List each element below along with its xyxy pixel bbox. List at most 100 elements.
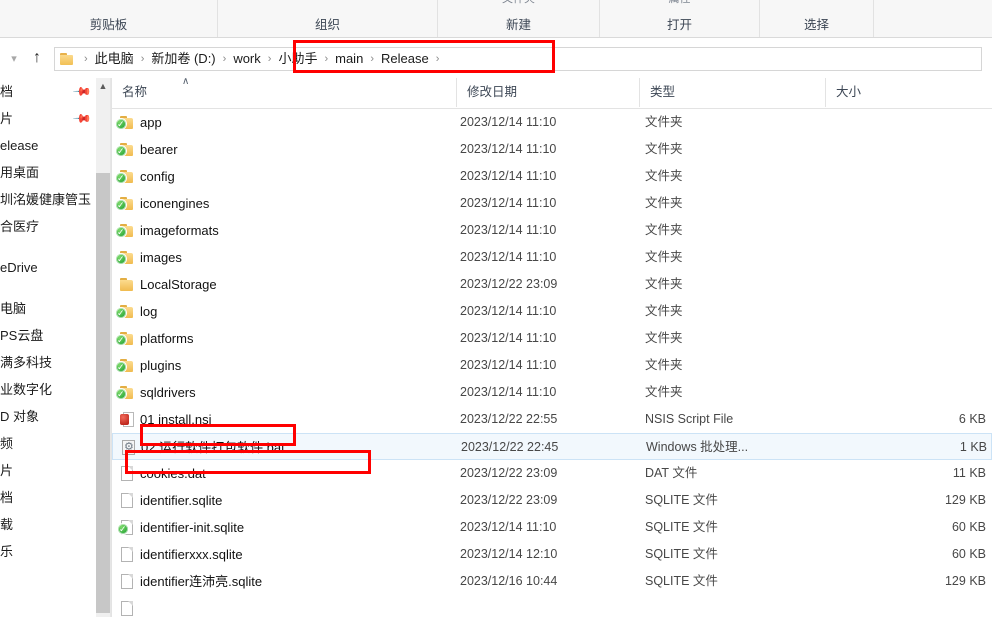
file-size — [826, 271, 986, 298]
table-row-run-package-bat[interactable]: 02 运行软件打包软件.bat 2023/12/22 22:45 Windows… — [112, 433, 992, 460]
ribbon-group-open[interactable]: 属性 打开 — [600, 0, 760, 37]
pin-icon[interactable]: 📌 — [72, 82, 92, 102]
sidebar-item-4[interactable]: 圳洺媛健康管玉 — [0, 186, 96, 213]
properties-button-label[interactable]: 属性 — [669, 0, 691, 6]
breadcrumb-item-assistant[interactable]: 小助手 — [275, 48, 320, 70]
table-row[interactable]: ✓ config 2023/12/14 11:10 文件夹 — [112, 163, 992, 190]
table-row[interactable]: identifier.sqlite 2023/12/22 23:09 SQLIT… — [112, 487, 992, 514]
file-type: 文件夹 — [645, 223, 683, 237]
sidebar-item-15[interactable]: 片 — [0, 457, 96, 484]
sidebar-item-label: 档 — [0, 84, 14, 99]
sidebar-item-18[interactable]: 乐 — [0, 538, 96, 565]
file-name: 02 运行软件打包软件.bat — [141, 440, 285, 455]
sidebar-item-1[interactable]: 片 📌 — [0, 105, 96, 132]
table-row[interactable]: ✓ platforms 2023/12/14 11:10 文件夹 — [112, 325, 992, 352]
sidebar-item-11[interactable]: 满多科技 — [0, 349, 96, 376]
file-size: 11 KB — [952, 466, 986, 480]
arrow-up-icon[interactable]: ↑ — [28, 49, 46, 67]
file-rows: ✓ app 2023/12/14 11:10 文件夹 ✓ bearer 2023… — [112, 109, 992, 617]
breadcrumb-item-this-pc[interactable]: 此电脑 — [92, 48, 137, 70]
table-row[interactable]: LocalStorage 2023/12/22 23:09 文件夹 — [112, 271, 992, 298]
ribbon-group-select[interactable]: 选择 — [760, 0, 874, 37]
sidebar-item-14[interactable]: 频 — [0, 430, 96, 457]
ribbon-group-clipboard[interactable]: 剪贴板 — [0, 0, 218, 37]
file-date: 2023/12/14 11:10 — [460, 520, 557, 534]
sidebar-item-0[interactable]: 档 📌 — [0, 78, 96, 105]
sidebar-item-label: PS云盘 — [0, 328, 44, 343]
file-date: 2023/12/14 11:10 — [460, 250, 557, 264]
table-row[interactable]: ✓ imageformats 2023/12/14 11:10 文件夹 — [112, 217, 992, 244]
sidebar-item-9[interactable]: 电脑 — [0, 295, 96, 322]
table-row-partial[interactable] — [112, 595, 992, 617]
ribbon-group-label: 剪贴板 — [89, 17, 128, 32]
file-name: identifier-init.sqlite — [140, 520, 245, 535]
table-row[interactable]: ✓ log 2023/12/14 11:10 文件夹 — [112, 298, 992, 325]
sidebar-item-label: 业数字化 — [0, 382, 53, 397]
ribbon-group-new[interactable]: 文件夹 新建 — [438, 0, 600, 37]
file-size: 60 KB — [951, 520, 986, 534]
table-row[interactable]: cookies.dat 2023/12/22 23:09 DAT 文件 11 K… — [112, 460, 992, 487]
file-name: identifier连沛亮.sqlite — [140, 574, 263, 589]
sidebar-item-label: 档 — [0, 490, 14, 505]
sidebar-item-label: 载 — [0, 517, 14, 532]
new-folder-button-label[interactable]: 文件夹 — [502, 0, 535, 6]
column-header-date-modified[interactable]: 修改日期 — [457, 78, 640, 107]
sidebar-item-17[interactable]: 载 — [0, 511, 96, 538]
table-row[interactable]: identifier连沛亮.sqlite 2023/12/16 10:44 SQ… — [112, 568, 992, 595]
table-row[interactable]: ✓ iconengines 2023/12/14 11:10 文件夹 — [112, 190, 992, 217]
table-row[interactable]: identifierxxx.sqlite 2023/12/14 12:10 SQ… — [112, 541, 992, 568]
navigation-pane: 档 📌 片 📌 elease 用桌面 圳洺媛健康管玉 合医疗 eDrive 电脑… — [0, 78, 96, 617]
breadcrumb-item-release[interactable]: Release — [378, 48, 432, 70]
table-row[interactable]: ✓ images 2023/12/14 11:10 文件夹 — [112, 244, 992, 271]
file-date: 2023/12/14 11:10 — [460, 385, 557, 399]
file-date: 2023/12/14 11:10 — [460, 331, 557, 345]
sidebar-item-label: 片 — [0, 111, 14, 126]
column-header-row: ∧ 名称 修改日期 类型 大小 — [112, 78, 992, 109]
file-type: 文件夹 — [645, 331, 683, 345]
sidebar-item-label: elease — [0, 138, 39, 153]
file-size: 6 KB — [958, 412, 986, 426]
table-row[interactable]: ✓ identifier-init.sqlite 2023/12/14 11:1… — [112, 514, 992, 541]
sidebar-item-label: 乐 — [0, 544, 14, 559]
chevron-up-icon[interactable]: ▲ — [96, 78, 110, 95]
file-type: Windows 批处理... — [646, 440, 749, 454]
sidebar-item-label: 合医疗 — [0, 219, 40, 234]
ribbon-group-organize[interactable]: 组织 — [218, 0, 438, 37]
file-size: 129 KB — [944, 574, 986, 588]
breadcrumb-item-drive-d[interactable]: 新加卷 (D:) — [148, 48, 218, 70]
navigation-pane-scrollbar[interactable]: ▲ — [96, 78, 111, 617]
file-date: 2023/12/14 11:10 — [460, 358, 557, 372]
sidebar-item-2[interactable]: elease — [0, 132, 96, 159]
sidebar-item-3[interactable]: 用桌面 — [0, 159, 96, 186]
pin-icon[interactable]: 📌 — [72, 109, 92, 129]
column-header-name[interactable]: 名称 — [112, 78, 457, 107]
file-type: 文件夹 — [645, 358, 683, 372]
table-row[interactable]: ✓ plugins 2023/12/14 11:10 文件夹 — [112, 352, 992, 379]
table-row[interactable]: ✓ sqldrivers 2023/12/14 11:10 文件夹 — [112, 379, 992, 406]
sidebar-item-12[interactable]: 业数字化 — [0, 376, 96, 403]
sidebar-item-5[interactable]: 合医疗 — [0, 213, 96, 240]
ribbon-group-spacer — [874, 0, 992, 37]
scrollbar-thumb[interactable] — [96, 173, 110, 613]
breadcrumb-item-main[interactable]: main — [332, 48, 366, 70]
sidebar-separator-0 — [0, 240, 96, 254]
column-header-type[interactable]: 类型 — [640, 78, 826, 107]
ribbon-group-label: 组织 — [314, 17, 340, 32]
sidebar-item-16[interactable]: 档 — [0, 484, 96, 511]
chevron-down-icon[interactable]: ▾ — [6, 51, 22, 67]
sidebar-item-13[interactable]: D 对象 — [0, 403, 96, 430]
table-row-install-nsi[interactable]: 01 install.nsi 2023/12/22 22:55 NSIS Scr… — [112, 406, 992, 433]
sidebar-item-label: 用桌面 — [0, 165, 40, 180]
column-header-size[interactable]: 大小 — [826, 78, 992, 107]
table-row[interactable]: ✓ app 2023/12/14 11:10 文件夹 — [112, 109, 992, 136]
sidebar-item-10[interactable]: PS云盘 — [0, 322, 96, 349]
table-row[interactable]: ✓ bearer 2023/12/14 11:10 文件夹 — [112, 136, 992, 163]
sidebar-item-7[interactable]: eDrive — [0, 254, 96, 281]
file-date: 2023/12/14 12:10 — [460, 547, 558, 561]
sidebar-item-label: 频 — [0, 436, 14, 451]
file-size: 129 KB — [944, 493, 986, 507]
file-type: 文件夹 — [645, 250, 683, 264]
file-date: 2023/12/14 11:10 — [460, 115, 557, 129]
breadcrumb-item-work[interactable]: work — [230, 48, 263, 70]
breadcrumb[interactable]: › 此电脑 › 新加卷 (D:) › work › 小助手 › main › R… — [54, 47, 982, 71]
